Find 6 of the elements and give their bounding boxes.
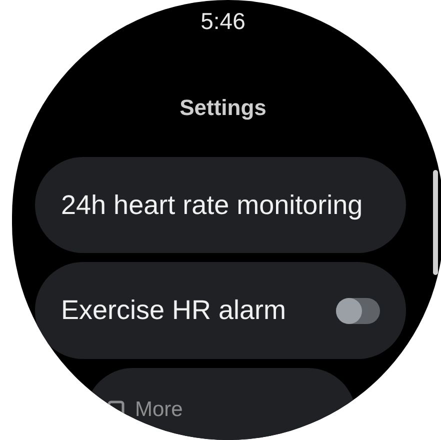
- settings-item[interactable]: 24h heart rate monitoring: [35, 157, 406, 253]
- screen-title: Settings: [180, 97, 268, 119]
- toggle-switch[interactable]: [336, 298, 380, 324]
- status-time: 5:46: [200, 10, 246, 33]
- item-label: Exercise HR alarm: [61, 294, 286, 328]
- settings-item[interactable]: Exercise HR alarm: [35, 262, 406, 359]
